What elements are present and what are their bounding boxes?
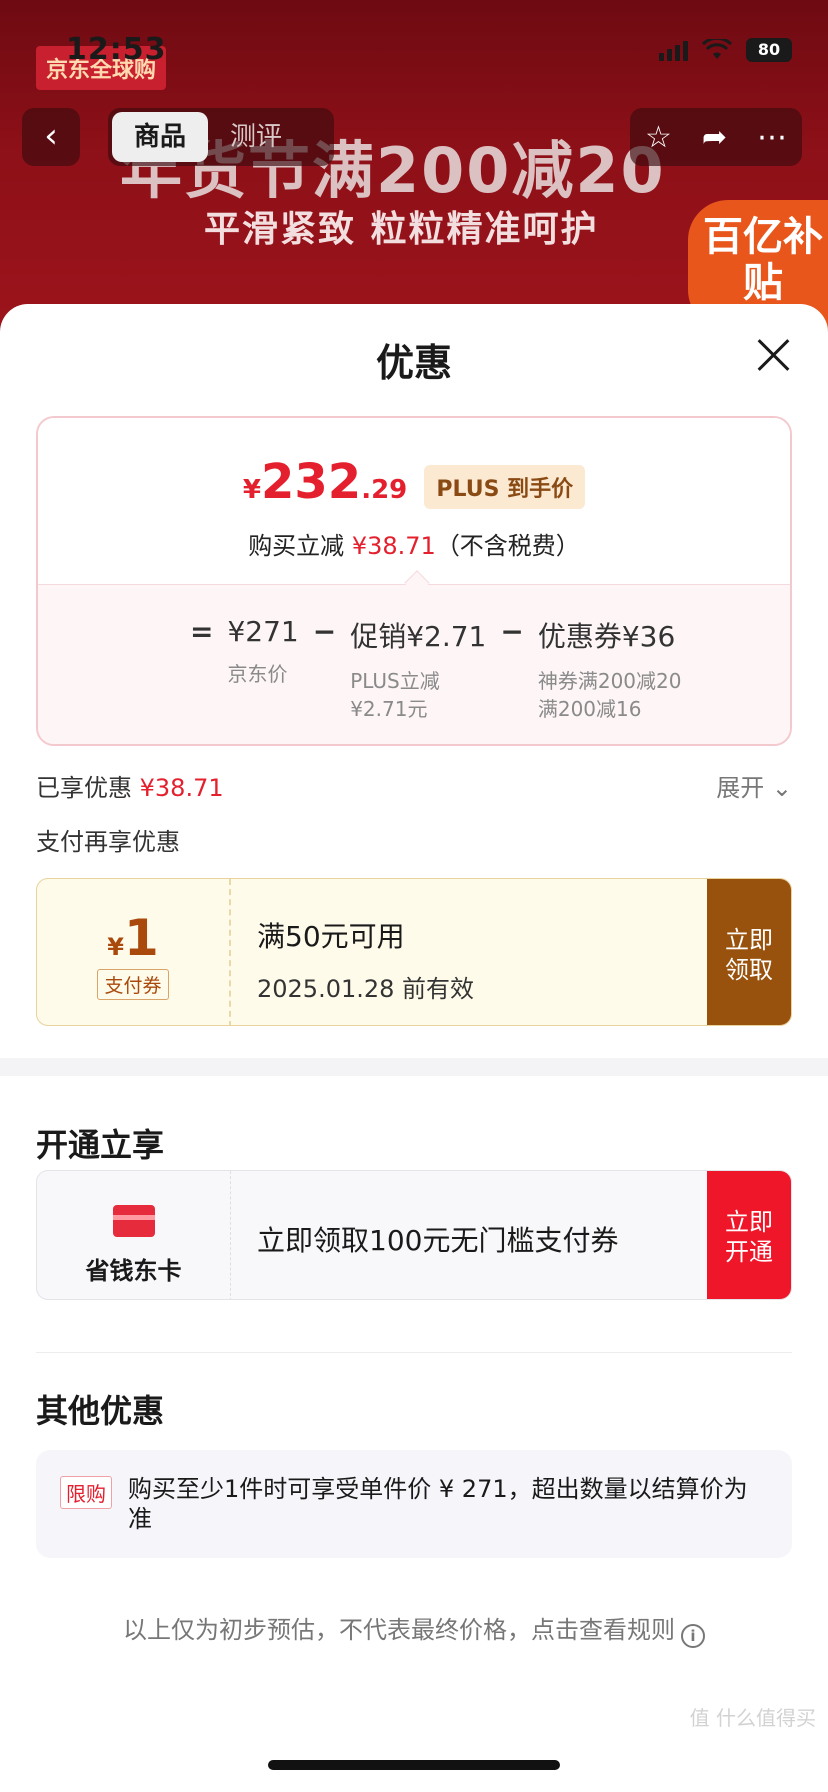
purchase-limit-box: 限购 购买至少1件时可享受单件价 ¥ 271，超出数量以结算价为准 [36, 1450, 792, 1558]
product-page-background: 京东全球购 12:53 80 年货节满200减20 平滑紧致 粒粒精准呵护 ‹ … [0, 0, 828, 340]
coupon-condition: 满50元可用 [257, 920, 405, 953]
pay-more-label: 支付再享优惠 [36, 828, 180, 856]
formula-base: ¥271 京东价 [227, 615, 298, 723]
chevron-left-icon: ‹ [44, 116, 58, 156]
claim-coupon-button[interactable]: 立即 领取 [707, 879, 791, 1025]
price-formula-area: = ¥271 京东价 − 促销¥2.71 PLUS立减 ¥2.71元 − 优惠券¥… [38, 584, 790, 744]
battery-icon: 80 [746, 38, 792, 62]
formula-base-label: 京东价 [227, 662, 288, 686]
coupon-expiry: 2025.01.28 前有效 [257, 975, 475, 1003]
star-icon[interactable]: ☆ [645, 120, 672, 155]
watermark: 值 什么值得买 [689, 1706, 816, 1730]
expand-toggle[interactable]: 展开 ⌄ [716, 768, 792, 803]
rules-footnote[interactable]: 以上仅为初步预估，不代表最终价格，点击查看规则 i [0, 1610, 828, 1648]
formula-equals: = [190, 615, 214, 648]
more-icon[interactable]: ⋯ [757, 120, 787, 155]
savings-card-text: 立即领取100元无门槛支付券 [257, 1224, 619, 1257]
price-note-suffix: （不含税费） [435, 532, 580, 560]
price-decimal: .29 [361, 475, 408, 505]
open-section-title: 开通立享 [36, 1126, 165, 1164]
limit-tag: 限购 [60, 1476, 112, 1509]
price-note-prefix: 购买立减 [248, 532, 352, 560]
close-icon[interactable] [756, 338, 790, 372]
wifi-icon [702, 39, 732, 59]
enjoyed-discount: 已享优惠 ¥38.71 [36, 768, 224, 803]
price-formula: = ¥271 京东价 − 促销¥2.71 PLUS立减 ¥2.71元 − 优惠券¥… [176, 615, 681, 723]
formula-promo-label: PLUS立减 ¥2.71元 [350, 669, 440, 721]
pay-coupon-card: ¥1 支付券 满50元可用 2025.01.28 前有效 立即 领取 [36, 878, 792, 1026]
status-time: 12:53 [66, 32, 167, 67]
share-icon[interactable]: ➦ [702, 120, 727, 155]
chevron-down-icon: ⌄ [771, 774, 792, 802]
final-price-line: ¥232.29 PLUS 到手价 [38, 454, 790, 510]
savings-card-offer: 省钱东卡 立即领取100元无门槛支付券 立即 开通 [36, 1170, 792, 1300]
coupon-type-badge: 支付券 [97, 969, 169, 1000]
formula-minus: − [500, 615, 524, 648]
info-icon: i [681, 1624, 705, 1648]
sheet-title: 优惠 [375, 341, 452, 385]
tab-review[interactable]: 测评 [208, 112, 304, 162]
price-currency: ¥ [242, 475, 261, 505]
formula-coupon: 优惠券¥36 神券满200减20 满200减16 [538, 615, 682, 723]
limit-text: 购买至少1件时可享受单件价 ¥ 271，超出数量以结算价为准 [128, 1475, 748, 1533]
coupon-details: 满50元可用 2025.01.28 前有效 [257, 915, 474, 1004]
discount-sheet: 优惠 ¥232.29 PLUS 到手价 购买立减 ¥38.71（不含税费） = … [0, 304, 828, 1792]
formula-promo-value: 促销¥2.71 [350, 620, 487, 653]
expand-label: 展开 [716, 774, 765, 802]
enjoyed-label: 已享优惠 [36, 774, 140, 802]
price-summary: ¥232.29 PLUS 到手价 购买立减 ¥38.71（不含税费） [38, 418, 790, 584]
plus-price-tag: PLUS 到手价 [424, 465, 586, 509]
coupon-amount: ¥1 [107, 909, 159, 967]
back-button[interactable]: ‹ [22, 108, 80, 166]
product-tabs: 商品 测评 [108, 108, 334, 166]
savings-card-brand: 省钱东卡 [37, 1171, 231, 1299]
nav-actions: ☆ ➦ ⋯ [630, 108, 802, 166]
formula-base-value: ¥271 [227, 615, 299, 648]
section-divider [0, 1058, 828, 1076]
formula-coupon-value: 优惠券¥36 [537, 620, 676, 653]
promo-subtitle: 平滑紧致 粒粒精准呵护 [204, 209, 599, 250]
formula-promo: 促销¥2.71 PLUS立减 ¥2.71元 [350, 615, 486, 723]
other-section-title: 其他优惠 [36, 1392, 165, 1430]
final-price: ¥232.29 [243, 454, 407, 510]
price-integer: 232 [261, 454, 362, 510]
price-note-amount: ¥38.71 [351, 532, 436, 560]
signal-icon [659, 39, 688, 61]
credit-card-icon [112, 1205, 155, 1237]
divider [36, 1352, 792, 1353]
tab-product[interactable]: 商品 [112, 112, 209, 162]
footnote-text: 以上仅为初步预估，不代表最终价格，点击查看规则 [123, 1616, 675, 1644]
formula-minus: − [312, 615, 337, 648]
enjoyed-amount: ¥38.71 [139, 774, 224, 802]
status-icons: 80 [659, 38, 792, 62]
activate-card-button[interactable]: 立即 开通 [707, 1171, 791, 1299]
coupon-value-area: ¥1 支付券 [37, 879, 231, 1025]
price-reduction-note: 购买立减 ¥38.71（不含税费） [38, 526, 790, 561]
home-indicator [268, 1760, 560, 1770]
formula-coupon-label: 神券满200减20 满200减16 [537, 669, 682, 721]
savings-card-label: 省钱东卡 [85, 1257, 182, 1285]
price-breakdown-card: ¥232.29 PLUS 到手价 购买立减 ¥38.71（不含税费） = ¥27… [36, 416, 792, 746]
